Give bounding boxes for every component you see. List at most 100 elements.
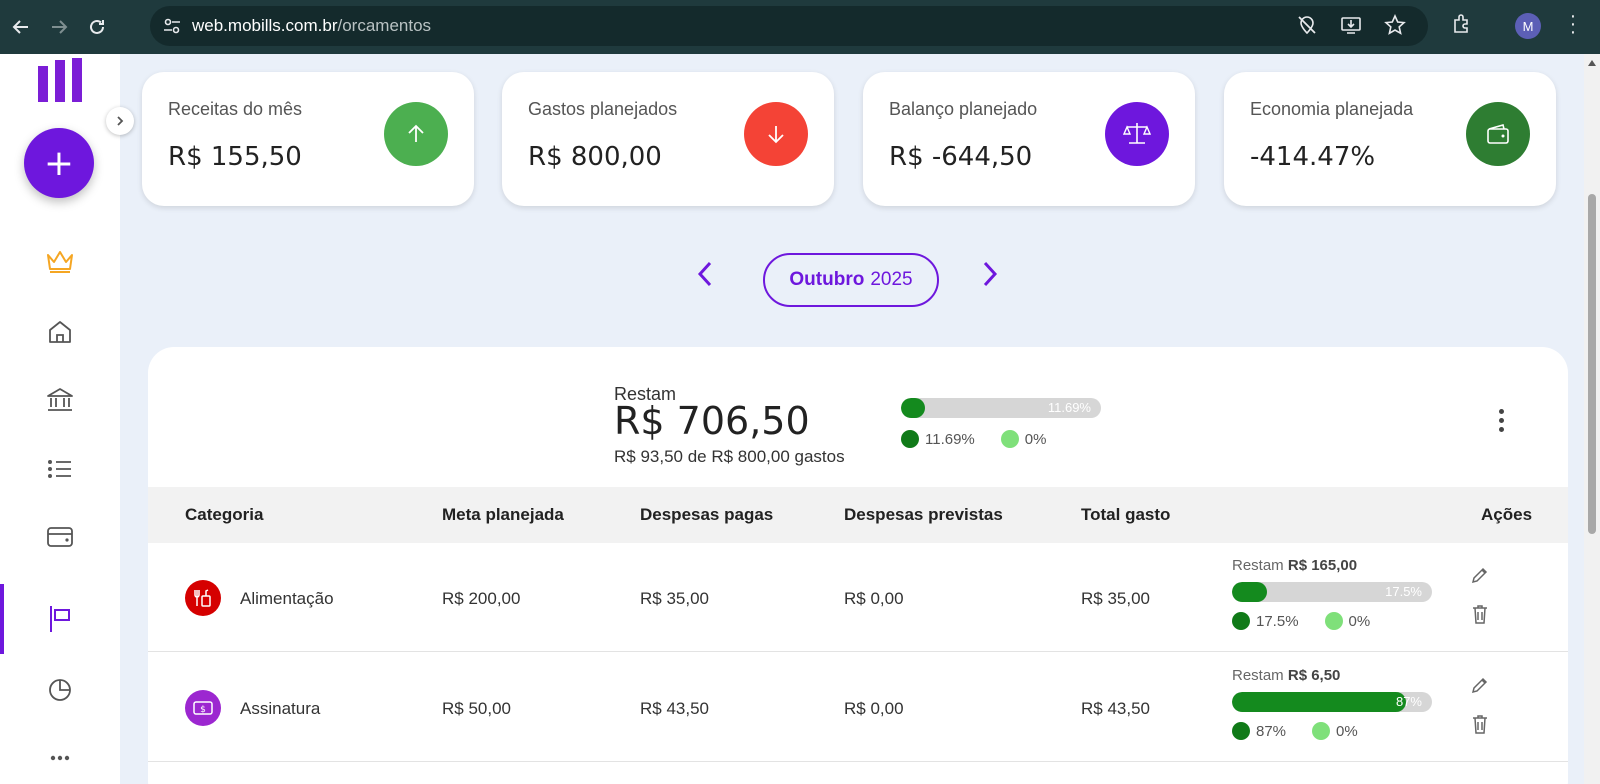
list-icon[interactable] [44,453,76,485]
row-remaining: Restam R$ 165,00 [1232,557,1432,574]
profile-avatar[interactable]: M [1515,13,1541,39]
site-settings-icon[interactable] [162,16,182,36]
extensions-icon[interactable] [1450,12,1474,36]
meta-value: R$ 50,00 [442,699,511,718]
edit-pencil-icon[interactable] [1470,675,1490,695]
month-year: 2025 [870,269,913,290]
summary-card-gastos[interactable]: Gastos planejados R$ 800,00 [502,72,834,206]
previous-month-button[interactable] [693,261,717,287]
meta-value: R$ 200,00 [442,589,521,608]
table-header: Categoria Meta planejada Despesas pagas … [148,487,1568,543]
card-icon[interactable] [44,521,76,553]
legend-planned: 0% [1024,430,1047,448]
delete-trash-icon[interactable] [1470,603,1490,625]
wallet-icon [1466,102,1530,166]
arrow-left-icon [12,20,28,34]
delete-trash-icon[interactable] [1470,713,1490,735]
money-icon: $ [185,690,221,726]
remaining-amount: R$ 165,00 [1287,557,1358,574]
row-actions [1470,675,1490,735]
page-scrollbar[interactable] [1584,54,1600,784]
row-actions [1470,565,1490,625]
summary-card-economia[interactable]: Economia planejada -414.47% [1224,72,1556,206]
browser-toolbar: web.mobills.com.br/orcamentos M · · · [0,0,1600,54]
add-transaction-button[interactable]: + [24,128,94,198]
edit-pencil-icon[interactable] [1470,565,1490,585]
legend-planned: 0% [1348,612,1371,630]
paid-dot-icon [901,430,919,448]
header-categoria: Categoria [185,505,264,524]
progress-bar: 11.69% [901,398,1101,418]
summary-card-receitas[interactable]: Receitas do mês R$ 155,50 [142,72,474,206]
previstas-value: R$ 0,00 [844,589,904,608]
flag-icon[interactable] [44,603,76,635]
progress-percent: 87% [1395,694,1422,709]
card-value: R$ 155,50 [168,142,302,172]
header-previstas: Despesas previstas [844,505,1003,524]
category-name: Alimentação [240,589,334,608]
progress-bar: 17.5% [1232,582,1432,602]
row-progress: Restam R$ 165,00 17.5% 17.5% 0% [1232,557,1432,630]
category-name: Assinatura [240,699,321,718]
svg-text:$: $ [200,705,206,715]
bookmark-star-icon[interactable] [1384,14,1406,36]
card-value: -414.47% [1250,142,1376,172]
summary-card-balanco[interactable]: Balanço planejado R$ -644,50 [863,72,1195,206]
table-row[interactable]: $ Assinatura R$ 50,00 R$ 43,50 R$ 0,00 R… [148,653,1568,762]
install-app-icon[interactable] [1340,14,1362,36]
more-icon[interactable] [44,742,76,774]
pie-chart-icon[interactable] [44,674,76,706]
pagas-value: R$ 43,50 [640,699,709,718]
remaining-value: R$ 706,50 [614,399,810,443]
address-bar[interactable]: web.mobills.com.br/orcamentos [150,6,1428,46]
browser-menu-icon[interactable]: · · · [1568,6,1578,42]
forward-button[interactable] [42,10,76,44]
overview-progress: 11.69% 11.69% 0% [901,398,1101,448]
next-month-button[interactable] [978,261,1002,287]
arrow-right-icon [52,20,68,34]
scroll-up-icon[interactable] [1588,60,1596,66]
crown-icon[interactable] [44,246,76,278]
legend-planned: 0% [1336,722,1358,740]
progress-percent: 17.5% [1385,584,1422,599]
progress-legend: 17.5% 0% [1232,612,1432,630]
mobills-logo[interactable] [38,58,82,102]
remaining-label: Restam [1232,667,1284,684]
back-button[interactable] [4,10,38,44]
header-pagas: Despesas pagas [640,505,774,524]
active-nav-indicator [0,584,4,654]
progress-fill [1232,582,1267,602]
spent-summary: R$ 93,50 de R$ 800,00 gastos [614,447,845,466]
pagas-value: R$ 35,00 [640,589,709,608]
expand-sidebar-button[interactable] [106,107,134,135]
card-label: Economia planejada [1250,99,1414,119]
location-off-icon[interactable] [1296,14,1318,36]
chevron-right-icon [983,261,998,287]
bank-icon[interactable] [44,384,76,416]
chevron-left-icon [697,261,712,287]
card-label: Gastos planejados [528,99,678,119]
scale-icon [1105,102,1169,166]
progress-legend: 87% 0% [1232,722,1432,740]
sidebar: + [0,54,120,784]
reload-button[interactable] [80,10,114,44]
scrollbar-thumb[interactable] [1588,194,1596,534]
header-acoes: Ações [1481,505,1533,524]
month-selector[interactable]: Outubro 2025 [763,253,939,307]
home-icon[interactable] [44,316,76,348]
table-row[interactable]: Alimentação R$ 200,00 R$ 35,00 R$ 0,00 R… [148,543,1568,652]
card-label: Balanço planejado [889,99,1038,119]
legend-paid: 11.69% [925,430,975,448]
planned-dot-icon [1324,612,1343,630]
card-value: R$ -644,50 [889,142,1033,172]
reload-icon [90,19,104,34]
month-name: Outubro [789,269,865,290]
total-value: R$ 35,00 [1081,589,1150,608]
progress-percent: 11.69% [1047,400,1091,415]
more-options-icon[interactable] [1496,409,1506,432]
arrow-up-icon [384,102,448,166]
url-path: /orcamentos [337,16,432,35]
progress-bar: 87% [1232,692,1432,712]
progress-fill [901,398,925,418]
planned-dot-icon [1000,430,1019,448]
